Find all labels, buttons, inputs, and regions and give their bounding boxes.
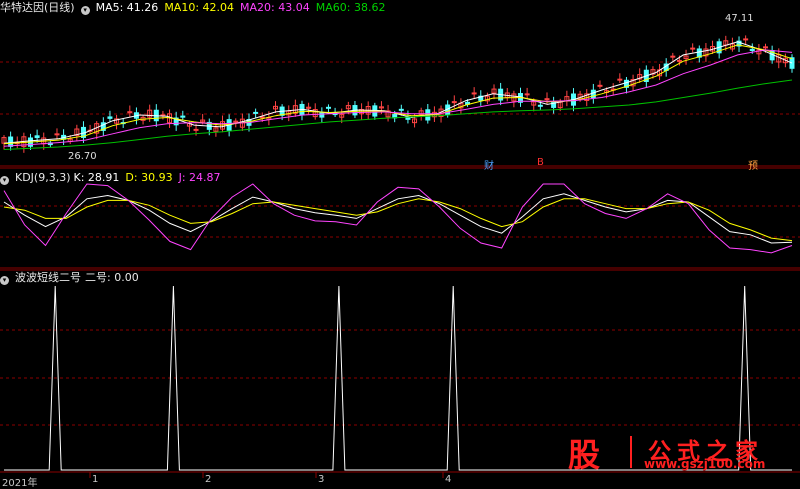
event-mark-finance[interactable]: 财 <box>484 157 494 172</box>
logo-url: www.gszj100.com <box>644 457 766 471</box>
candle-body <box>54 133 60 136</box>
candle-body <box>617 78 623 81</box>
candle-body <box>597 84 603 87</box>
high-price-label: 47.11 <box>725 13 754 24</box>
candle-body <box>749 48 755 52</box>
candle-body <box>743 38 749 41</box>
x-label-year: 2021年 <box>2 478 38 489</box>
event-mark-b[interactable]: B <box>537 157 544 168</box>
chart-canvas[interactable] <box>0 0 800 488</box>
event-mark-forecast[interactable]: 预 <box>748 157 758 172</box>
x-label-month-2: 2 <box>205 474 212 485</box>
candle-body <box>676 59 682 62</box>
x-label-month-4: 4 <box>445 474 452 485</box>
ma-line-ma60 <box>3 79 793 150</box>
candle-body <box>524 93 530 96</box>
kdj-line-d <box>3 198 793 242</box>
ma-line-ma10 <box>3 44 793 145</box>
candle-body <box>398 108 404 111</box>
kdj-line-k <box>3 193 793 244</box>
candle-body <box>471 92 477 95</box>
candle-body <box>690 47 696 50</box>
low-price-label: 26.70 <box>68 151 97 162</box>
candle-body <box>325 106 331 109</box>
logo-divider <box>630 436 632 468</box>
candle-body <box>763 46 769 49</box>
kdj-line-j <box>3 183 793 254</box>
candle-body <box>107 116 113 119</box>
candle-body <box>8 136 14 147</box>
x-label-month-3: 3 <box>318 474 325 485</box>
candle-body <box>544 98 550 101</box>
ma-line-ma20 <box>3 49 793 147</box>
candle-body <box>34 135 40 139</box>
candle-body <box>180 115 186 118</box>
candle-body <box>259 116 265 119</box>
candle-body <box>670 55 676 58</box>
candle-body <box>193 128 199 131</box>
logo-mark: 股 <box>568 436 601 474</box>
candle-body <box>319 111 325 118</box>
candle-body <box>537 104 543 107</box>
x-label-month-1: 1 <box>92 474 99 485</box>
site-logo: 股 公式之家 www.gszj100.com <box>560 432 785 474</box>
candle-body <box>253 111 259 114</box>
